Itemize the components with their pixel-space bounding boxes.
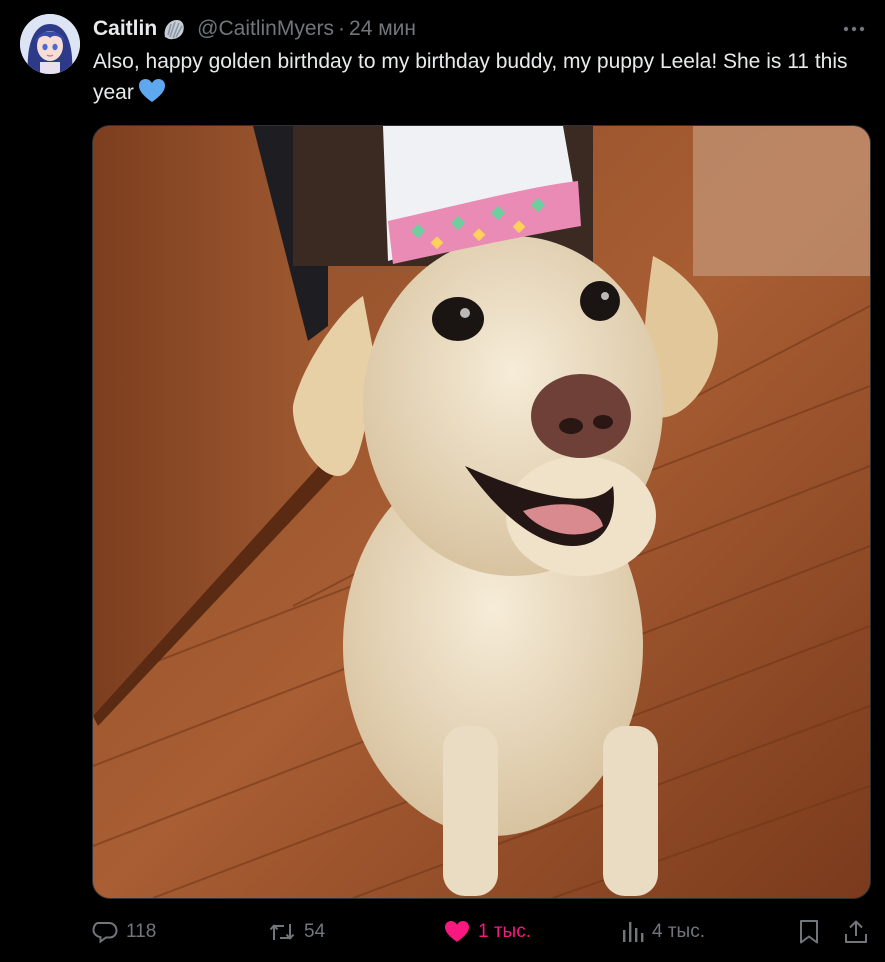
timestamp[interactable]: 24 мин: [349, 17, 416, 41]
author-handle[interactable]: @CaitlinMyers: [197, 17, 334, 41]
views-button[interactable]: 4 тыс.: [622, 920, 705, 944]
heart-icon: [445, 921, 469, 942]
tweet-photo[interactable]: [92, 125, 871, 899]
tweet-text: Also, happy golden birthday to my birthd…: [93, 46, 868, 113]
more-dots-icon[interactable]: [841, 18, 867, 40]
like-count: 1 тыс.: [478, 921, 531, 942]
shell-emoji-icon: [161, 16, 187, 42]
reply-count: 118: [126, 921, 157, 942]
dog-party-hat-photo-icon: [93, 126, 870, 898]
separator: ·: [338, 17, 346, 40]
repost-count: 54: [304, 921, 326, 942]
tweet-body: Also, happy golden birthday to my birthd…: [93, 50, 848, 104]
blue-heart-emoji-icon: [138, 78, 166, 113]
anime-avatar-icon: [20, 14, 80, 74]
author-name[interactable]: Caitlin: [93, 17, 157, 41]
share-icon: [845, 920, 867, 943]
views-icon: [623, 922, 644, 942]
bookmark-button[interactable]: [798, 919, 820, 945]
reply-button[interactable]: 118: [92, 920, 156, 944]
avatar[interactable]: [20, 14, 80, 74]
like-button[interactable]: 1 тыс.: [444, 920, 531, 944]
repost-icon: [269, 924, 295, 940]
views-count: 4 тыс.: [652, 921, 705, 942]
share-button[interactable]: [844, 919, 868, 945]
repost-button[interactable]: 54: [268, 920, 325, 944]
tweet: Caitlin @CaitlinMyers · 24 мин Also, hap…: [0, 0, 885, 962]
reply-icon: [92, 922, 118, 944]
action-bar: 118 54 1 тыс. 4 тыс.: [92, 912, 870, 952]
tweet-header: Caitlin @CaitlinMyers · 24 мин: [93, 14, 416, 44]
bookmark-icon: [800, 920, 818, 944]
